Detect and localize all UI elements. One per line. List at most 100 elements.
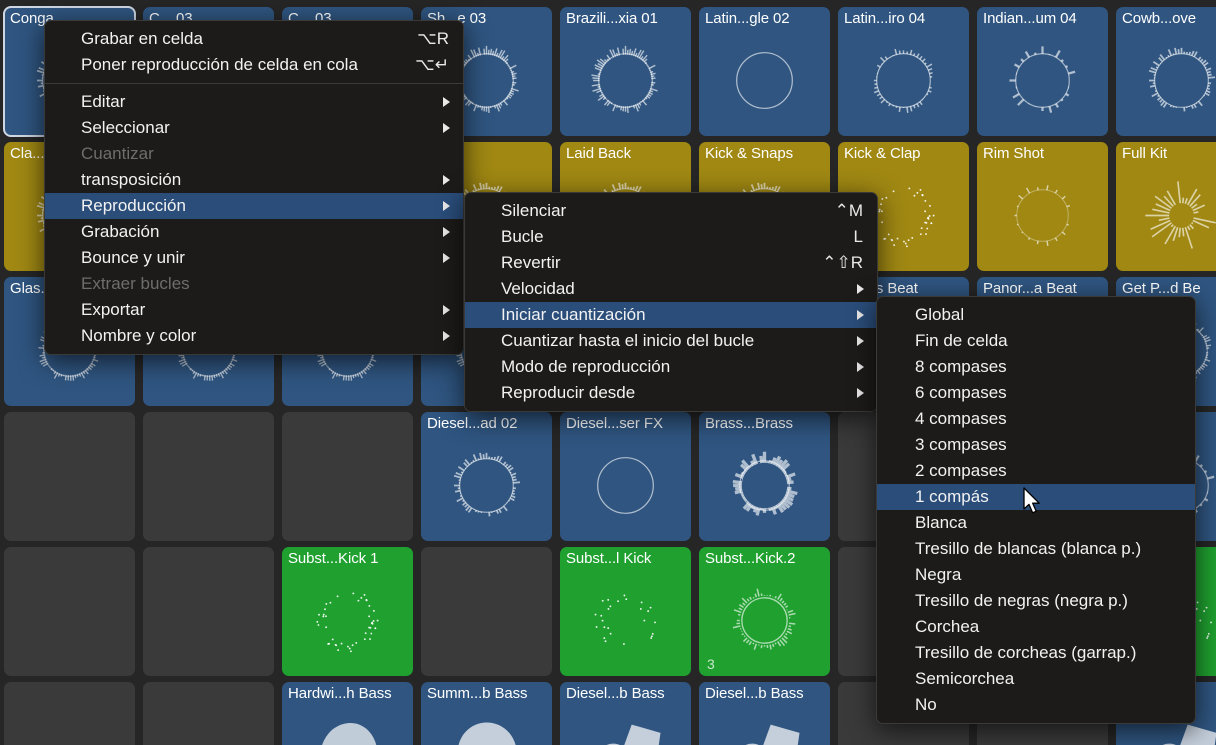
menu-item[interactable]: Tresillo de negras (negra p.)	[877, 588, 1195, 614]
cell-waveform-icon	[560, 704, 691, 745]
menu-item[interactable]: Editar	[45, 89, 463, 115]
menu-item[interactable]: Iniciar cuantización	[465, 302, 877, 328]
menu-item-label: Bounce y unir	[81, 248, 185, 267]
cell-waveform-icon	[1116, 29, 1216, 132]
cell-label: Hardwi...h Bass	[288, 685, 392, 702]
grid-cell[interactable]: Brazili...xia 01	[560, 7, 691, 136]
menu-item[interactable]: No	[877, 692, 1195, 718]
menu-item[interactable]: 4 compases	[877, 406, 1195, 432]
menu-item-shortcut: L	[853, 227, 863, 246]
menu-item-label: Exportar	[81, 300, 146, 319]
menu-item[interactable]: Corchea	[877, 614, 1195, 640]
grid-cell[interactable]: Diesel...ad 02	[421, 412, 552, 541]
grid-cell-empty[interactable]	[143, 682, 274, 745]
menu-item[interactable]: Tresillo de corcheas (garrap.)	[877, 640, 1195, 666]
chevron-right-icon	[443, 227, 450, 237]
cell-label: Laid Back	[566, 145, 631, 162]
grid-cell[interactable]: Hardwi...h Bass	[282, 682, 413, 745]
grid-cell-empty[interactable]	[143, 547, 274, 676]
cell-waveform-icon	[560, 434, 691, 537]
menu-item-label: Fin de celda	[915, 331, 1008, 350]
menu-item[interactable]: Velocidad	[465, 276, 877, 302]
menu-item[interactable]: Fin de celda	[877, 328, 1195, 354]
menu-item[interactable]: Cuantizar hasta el inicio del bucle	[465, 328, 877, 354]
menu-item[interactable]: Poner reproducción de celda en cola ⌥↵	[45, 52, 463, 78]
menu-item[interactable]: Reproducción	[45, 193, 463, 219]
grid-cell[interactable]: Latin...gle 02	[699, 7, 830, 136]
grid-cell[interactable]: Subst...Kick 1	[282, 547, 413, 676]
grid-cell-empty[interactable]	[4, 682, 135, 745]
grid-cell-empty[interactable]	[4, 547, 135, 676]
menu-item[interactable]: 6 compases	[877, 380, 1195, 406]
menu-item-label: Reproducir desde	[501, 383, 636, 402]
menu-item-label: Iniciar cuantización	[501, 305, 646, 324]
grid-cell[interactable]: Brass...Brass	[699, 412, 830, 541]
cell-label: Cowb...ove	[1122, 10, 1197, 27]
grid-cell[interactable]: Subst...Kick.2 3	[699, 547, 830, 676]
cell-waveform-icon	[282, 569, 413, 672]
grid-cell[interactable]: Diesel...b Bass	[699, 682, 830, 745]
chevron-right-icon	[443, 201, 450, 211]
cell-label: Diesel...ser FX	[566, 415, 663, 432]
menu-item[interactable]: Semicorchea	[877, 666, 1195, 692]
cell-waveform-icon	[699, 434, 830, 537]
menu-item-label: Grabación	[81, 222, 160, 241]
menu-item[interactable]: 3 compases	[877, 432, 1195, 458]
menu-item-shortcut: ⌃⇧R	[822, 253, 863, 272]
chevron-right-icon	[443, 305, 450, 315]
grid-cell-empty[interactable]	[143, 412, 274, 541]
menu-item-shortcut: ⌥R	[417, 29, 449, 48]
menu-item-label: Reproducción	[81, 196, 186, 215]
menu-item-label: Modo de reproducción	[501, 357, 671, 376]
cell-label: Diesel...b Bass	[566, 685, 665, 702]
cell-label: Get P...d Be	[1122, 280, 1201, 297]
menu-item[interactable]: Silenciar ⌃M	[465, 198, 877, 224]
menu-item[interactable]: Exportar	[45, 297, 463, 323]
chevron-right-icon	[857, 336, 864, 346]
menu-item-label: Negra	[915, 565, 962, 584]
menu-item[interactable]: transposición	[45, 167, 463, 193]
menu-item[interactable]: Nombre y color	[45, 323, 463, 349]
cell-waveform-icon	[699, 29, 830, 132]
grid-cell-empty[interactable]	[282, 412, 413, 541]
cell-waveform-icon	[421, 704, 552, 745]
menu-item[interactable]: Reproducir desde	[465, 380, 877, 406]
grid-cell[interactable]: Indian...um 04	[977, 7, 1108, 136]
grid-cell[interactable]: Summ...b Bass	[421, 682, 552, 745]
menu-item[interactable]: Negra	[877, 562, 1195, 588]
cell-label: Subst...l Kick	[566, 550, 652, 567]
menu-item[interactable]: Grabación	[45, 219, 463, 245]
cell-waveform-icon	[699, 569, 830, 672]
menu-item[interactable]: Bounce y unir	[45, 245, 463, 271]
grid-cell-empty[interactable]	[421, 547, 552, 676]
grid-cell[interactable]: Latin...iro 04	[838, 7, 969, 136]
chevron-right-icon	[443, 97, 450, 107]
cell-label: Summ...b Bass	[427, 685, 528, 702]
menu-item-shortcut: ⌃M	[834, 201, 863, 220]
chevron-right-icon	[857, 362, 864, 372]
cell-label: Indian...um 04	[983, 10, 1077, 27]
menu-item[interactable]: Seleccionar	[45, 115, 463, 141]
grid-cell[interactable]: Diesel...ser FX	[560, 412, 691, 541]
grid-cell[interactable]: Cowb...ove	[1116, 7, 1216, 136]
submenu-reproduccion[interactable]: Silenciar ⌃M Bucle L Revertir ⌃⇧R Velocidad Ini…	[464, 192, 878, 412]
menu-item-label: Cuantizar hasta el inicio del bucle	[501, 331, 755, 350]
menu-item-label: Corchea	[915, 617, 980, 636]
menu-item[interactable]: 8 compases	[877, 354, 1195, 380]
menu-item-label: Extraer bucles	[81, 274, 190, 293]
grid-cell[interactable]: Subst...l Kick	[560, 547, 691, 676]
menu-item[interactable]: Modo de reproducción	[465, 354, 877, 380]
menu-item[interactable]: 2 compases	[877, 458, 1195, 484]
menu-item[interactable]: Bucle L	[465, 224, 877, 250]
context-menu-cell[interactable]: Grabar en celda ⌥R Poner reproducción de c…	[44, 20, 464, 355]
menu-item[interactable]: Tresillo de blancas (blanca p.)	[877, 536, 1195, 562]
grid-cell-empty[interactable]	[4, 412, 135, 541]
cell-loop-count-badge: 3	[707, 656, 715, 672]
menu-item[interactable]: Revertir ⌃⇧R	[465, 250, 877, 276]
grid-cell[interactable]: Full Kit	[1116, 142, 1216, 271]
cell-waveform-icon	[977, 29, 1108, 132]
menu-item[interactable]: Global	[877, 302, 1195, 328]
grid-cell[interactable]: Rim Shot	[977, 142, 1108, 271]
grid-cell[interactable]: Diesel...b Bass	[560, 682, 691, 745]
menu-item[interactable]: Grabar en celda ⌥R	[45, 26, 463, 52]
